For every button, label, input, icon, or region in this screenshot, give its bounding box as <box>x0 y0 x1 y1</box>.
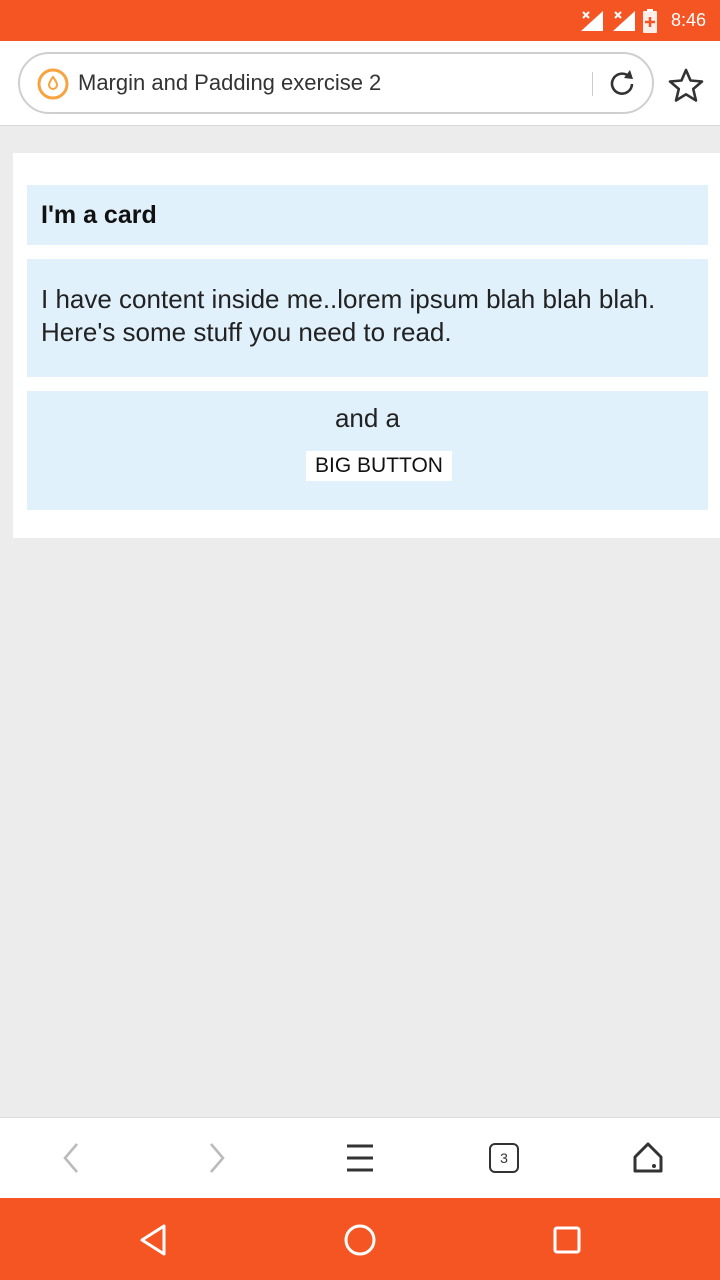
status-icons: 8:46 <box>579 0 706 41</box>
home-icon[interactable] <box>628 1138 668 1178</box>
menu-icon[interactable] <box>340 1138 380 1178</box>
address-bar[interactable]: Margin and Padding exercise 2 <box>18 52 654 114</box>
card-footer: and a BIG BUTTON <box>27 391 708 510</box>
browser-bottom-nav: 3 <box>0 1117 720 1198</box>
status-bar: 8:46 <box>0 0 720 41</box>
reload-icon[interactable] <box>605 67 639 101</box>
card: I'm a card I have content inside me..lor… <box>13 153 720 538</box>
divider <box>592 72 593 96</box>
recents-square-icon[interactable] <box>547 1220 587 1260</box>
signal-x-icon <box>612 10 635 31</box>
card-title: I'm a card <box>41 201 157 229</box>
droplet-logo-icon <box>37 68 69 100</box>
star-icon[interactable] <box>668 68 704 102</box>
page-title[interactable]: Margin and Padding exercise 2 <box>78 54 381 112</box>
card-body-text: I have content inside me..lorem ipsum bl… <box>41 284 656 347</box>
footer-text: and a <box>334 403 401 433</box>
big-button[interactable]: BIG BUTTON <box>306 451 452 481</box>
card-header: I'm a card <box>27 185 708 245</box>
forward-icon[interactable] <box>196 1138 236 1178</box>
browser-toolbar: Margin and Padding exercise 2 <box>0 41 720 126</box>
battery-charging-icon <box>642 8 657 33</box>
tab-count: 3 <box>489 1143 519 1173</box>
status-time: 8:46 <box>670 10 706 30</box>
home-circle-icon[interactable] <box>340 1220 380 1260</box>
tabs-icon[interactable]: 3 <box>484 1138 524 1178</box>
back-icon[interactable] <box>52 1138 92 1178</box>
signal-x-icon <box>580 10 603 31</box>
system-nav-bar <box>0 1198 720 1280</box>
back-triangle-icon[interactable] <box>133 1220 173 1260</box>
card-body: I have content inside me..lorem ipsum bl… <box>27 259 708 377</box>
